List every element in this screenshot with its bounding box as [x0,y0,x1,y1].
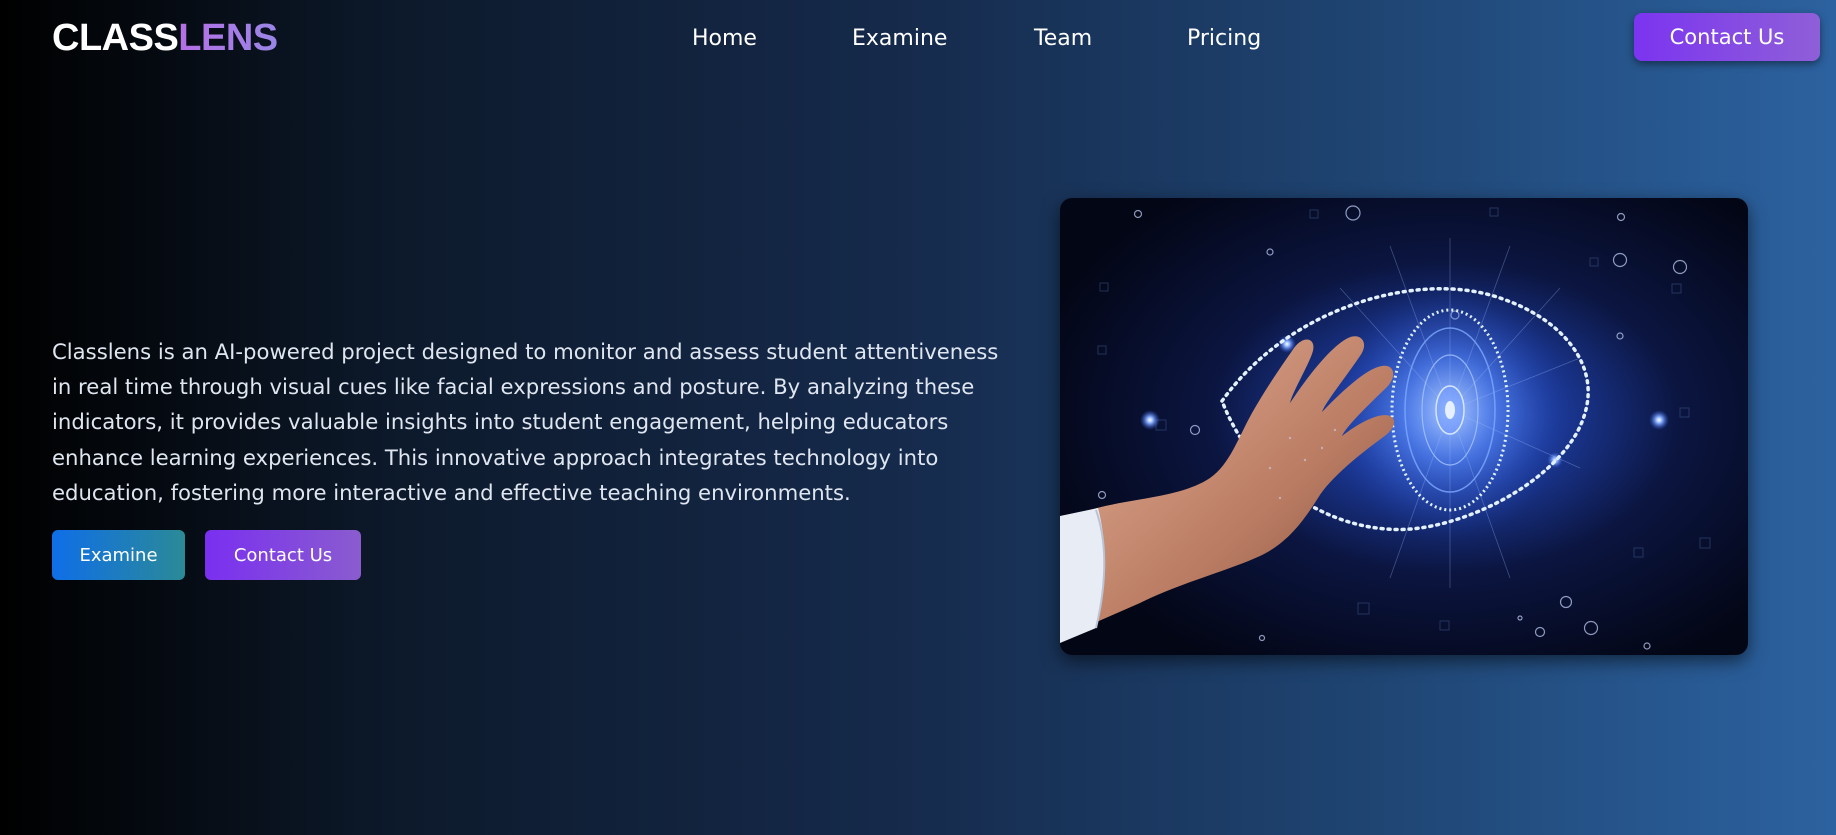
nav-link-examine[interactable]: Examine [852,24,947,54]
examine-button[interactable]: Examine [52,530,185,580]
hand-eye-illustration [1060,198,1748,655]
nav-links: Home Examine Team Pricing [0,24,1836,54]
nav-contact-button[interactable]: Contact Us [1634,13,1820,61]
nav-link-pricing[interactable]: Pricing [1187,24,1261,54]
hero-image [1060,198,1748,655]
nav-link-team[interactable]: Team [1034,24,1092,54]
contact-us-button[interactable]: Contact Us [205,530,361,580]
hero-description: Classlens is an AI-powered project desig… [52,339,999,505]
nav-link-home[interactable]: Home [692,24,757,54]
navbar: CLASSLENS Home Examine Team Pricing Cont… [0,0,1836,76]
